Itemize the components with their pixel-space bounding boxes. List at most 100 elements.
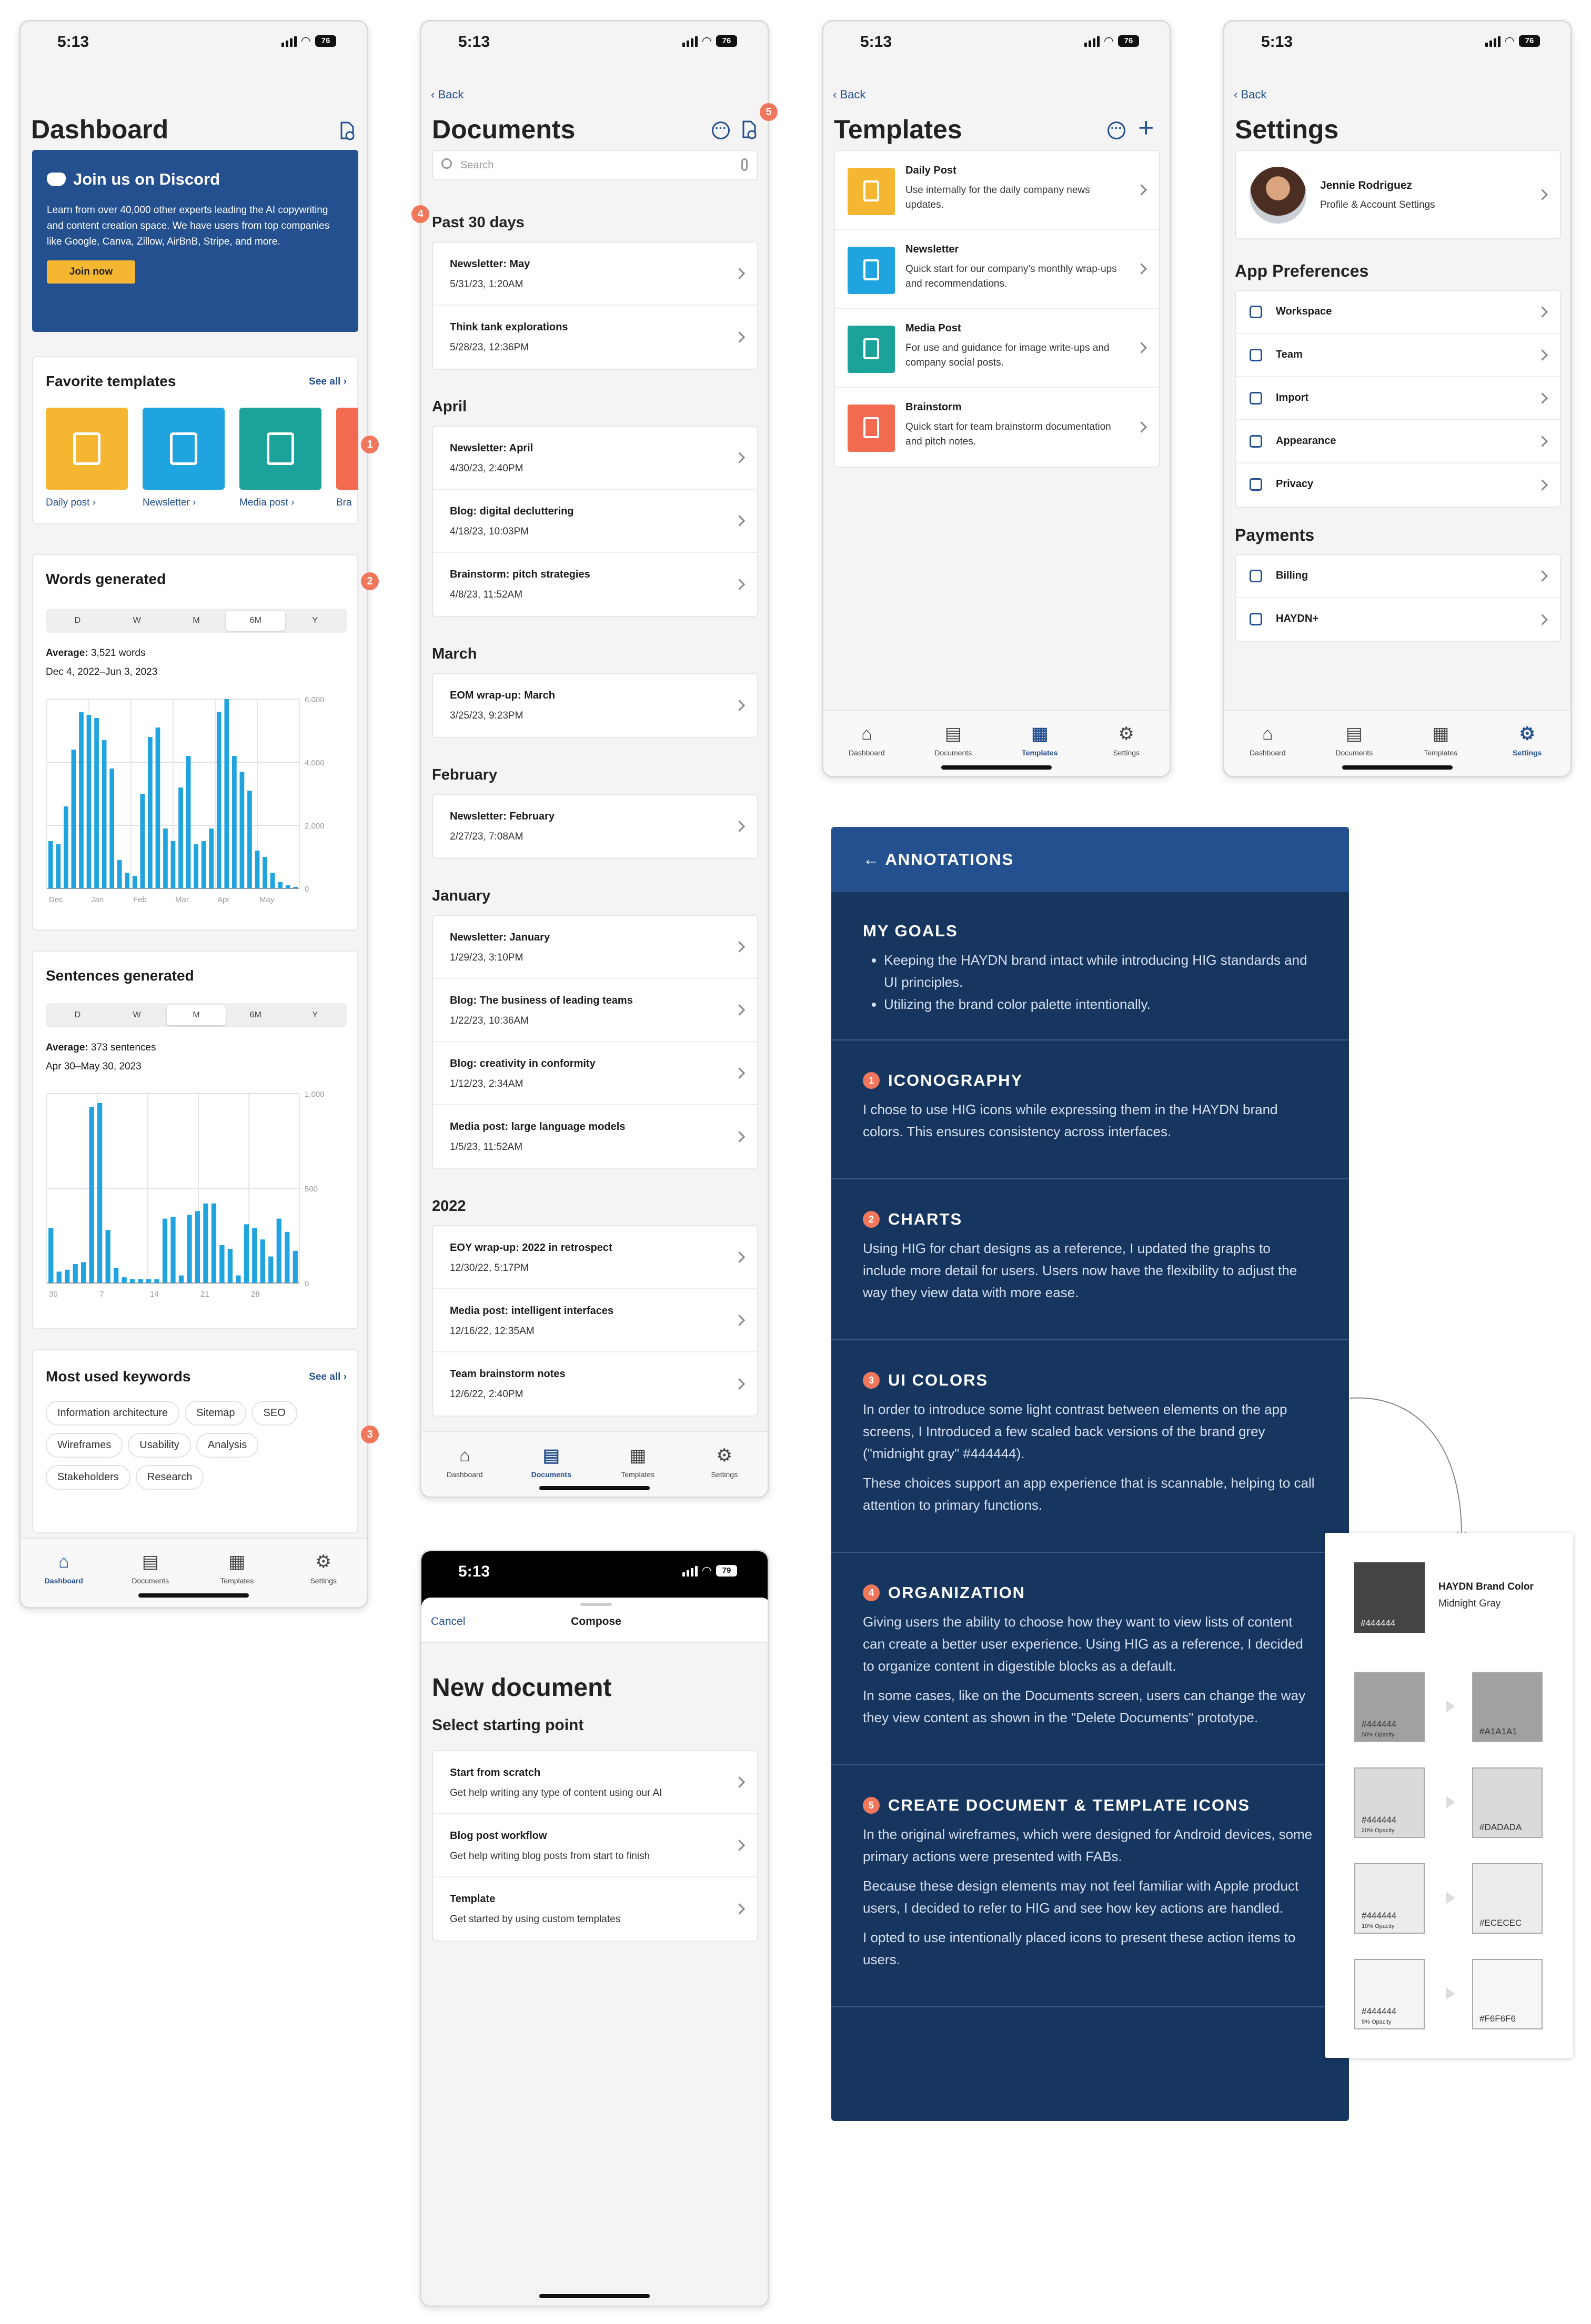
tab-settings[interactable]: ⚙ Settings [1083,711,1170,776]
settings-row-billing[interactable]: Billing [1236,555,1560,598]
chart-bar [155,727,160,888]
template-row[interactable]: Newsletter Quick start for our company's … [835,230,1159,309]
settings-row-workspace[interactable]: Workspace [1236,291,1560,334]
back-button[interactable]: ‹ Back [833,88,865,102]
segment-option[interactable]: 6M [226,611,286,631]
annotation-section: 4 ORGANIZATION Giving users the ability to… [831,1553,1349,1765]
grabber[interactable] [580,1603,612,1606]
chart-bar [163,828,168,888]
favorite-template-item[interactable]: Newsletter › [143,408,225,509]
keywords-card: Most used keywords See all › Information… [32,1349,358,1533]
settings-row-appearance[interactable]: Appearance [1236,420,1560,463]
chart-bar [263,857,267,888]
keyword-chip[interactable]: SEO [251,1401,297,1426]
document-row[interactable]: Media post: large language models 1/5/23,… [433,1105,757,1168]
tab-settings[interactable]: ⚙ Settings [1484,711,1571,776]
segment-option[interactable]: Y [285,611,345,631]
document-row[interactable]: EOY wrap-up: 2022 in retrospect 12/30/22,… [433,1226,757,1289]
chart-bar [81,1262,86,1283]
document-row[interactable]: Newsletter: January 1/29/23, 3:10PM [433,916,757,979]
segment-option[interactable]: Y [285,1005,345,1025]
back-button[interactable]: ‹ Back [1234,88,1266,102]
keyword-chip[interactable]: Information architecture [46,1401,180,1426]
tab-dashboard[interactable]: ⌂ Dashboard [421,1432,508,1497]
segment-option[interactable]: D [48,611,107,631]
document-row[interactable]: EOM wrap-up: March 3/25/23, 9:23PM [433,674,757,737]
segment-option[interactable]: 6M [226,1005,285,1025]
search-input[interactable]: Search [432,150,758,180]
house-icon: ⌂ [1262,723,1273,744]
settings-row-team[interactable]: Team [1236,334,1560,377]
document-date: 4/8/23, 11:52AM [450,589,523,600]
status-time: 5:13 [458,1563,490,1580]
document-group-card: Newsletter: May 5/31/23, 1:20AM Think tank… [432,241,758,370]
keyword-chip[interactable]: Analysis [196,1433,259,1458]
keyword-chip[interactable]: Stakeholders [46,1465,130,1490]
document-date: 5/28/23, 12:36PM [450,342,529,353]
document-row[interactable]: Brainstorm: pitch strategies 4/8/23, 11:5… [433,553,757,616]
status-time: 5:13 [458,33,490,50]
document-row[interactable]: Blog: The business of leading teams 1/22/… [433,979,757,1042]
tab-dashboard[interactable]: ⌂ Dashboard [21,1539,107,1607]
template-row[interactable]: Media Post For use and guidance for image… [835,309,1159,388]
document-row[interactable]: Think tank explorations 5/28/23, 12:36PM [433,306,757,369]
new-document-icon[interactable] [741,120,757,142]
favorites-see-all[interactable]: See all › [309,376,347,388]
keyword-chip[interactable]: Sitemap [185,1401,247,1426]
y-tick-label: 2,000 [305,822,325,831]
starting-point-title: Blog post workflow [450,1830,547,1842]
tab-documents[interactable]: ▤ Documents [107,1539,194,1607]
template-row[interactable]: Brainstorm Quick start for team brainstor… [835,388,1159,467]
document-row[interactable]: Media post: intelligent interfaces 12/16/… [433,1289,757,1352]
annotation-badge-2: 2 [361,572,379,590]
document-row[interactable]: Newsletter: February 2/27/23, 7:08AM [433,795,757,858]
document-row[interactable]: Blog: creativity in conformity 1/12/23, 2… [433,1042,757,1105]
starting-point-row[interactable]: Start from scratch Get help writing any t… [433,1751,757,1814]
chart-bar [89,1107,94,1283]
document-row[interactable]: Blog: digital decluttering 4/18/23, 10:03… [433,490,757,553]
keyword-chip[interactable]: Usability [128,1433,191,1458]
settings-row-haydn[interactable]: HAYDN+ [1236,598,1560,641]
document-row[interactable]: Team brainstorm notes 12/6/22, 2:40PM [433,1352,757,1416]
starting-point-row[interactable]: Blog post workflow Get help writing blog … [433,1814,757,1877]
settings-screen: 5:13 ◠ 76 ‹ Back Settings Jennie Rodrigue… [1223,20,1572,777]
sentences-segment-control[interactable]: D W M 6M Y [46,1003,347,1027]
segment-option[interactable]: W [107,1005,167,1025]
new-document-icon[interactable] [339,122,355,140]
tab-dashboard[interactable]: ⌂ Dashboard [1224,711,1311,776]
segment-option[interactable]: W [107,611,167,631]
avatar [1250,167,1306,224]
favorite-template-item[interactable]: Bra [336,408,358,509]
back-button[interactable]: ‹ Back [431,88,464,102]
tab-dashboard[interactable]: ⌂ Dashboard [823,711,910,776]
segment-option[interactable]: M [167,611,226,631]
more-options-icon[interactable]: ··· [1107,122,1125,139]
more-options-icon[interactable]: ··· [712,122,730,139]
keyword-chip[interactable]: Research [135,1465,204,1490]
templates-icon: ▦ [228,1552,246,1572]
words-segment-control[interactable]: D W M 6M Y [46,609,347,633]
document-row[interactable]: Newsletter: April 4/30/23, 2:40PM [433,427,757,490]
profile-card[interactable]: Jennie Rodriguez Profile & Account Setti… [1235,150,1561,239]
document-date: 1/12/23, 2:34AM [450,1078,523,1089]
starting-point-row[interactable]: Template Get started by using custom temp… [433,1877,757,1941]
tab-settings[interactable]: ⚙ Settings [681,1432,768,1497]
document-row[interactable]: Newsletter: May 5/31/23, 1:20AM [433,242,757,306]
settings-row-privacy[interactable]: Privacy [1236,463,1560,507]
starting-point-description: Get started by using custom templates [450,1914,621,1925]
favorite-template-item[interactable]: Media post › [239,408,321,509]
tab-templates[interactable]: ▦ Templates [194,1539,280,1607]
chevron-right-icon [1536,189,1548,200]
add-template-icon[interactable]: + [1138,114,1154,142]
segment-option[interactable]: M [166,1005,226,1025]
tab-settings[interactable]: ⚙ Settings [280,1539,367,1607]
settings-row-import[interactable]: Import [1236,377,1560,420]
keywords-see-all[interactable]: See all › [309,1371,347,1383]
template-row[interactable]: Daily Post Use internally for the daily c… [835,151,1159,230]
join-now-button[interactable]: Join now [47,260,135,284]
segment-option[interactable]: D [48,1005,107,1025]
wifi-icon: ◠ [701,1564,712,1577]
microphone-icon[interactable] [741,158,748,171]
favorite-template-item[interactable]: Daily post › [46,408,128,509]
keyword-chip[interactable]: Wireframes [46,1433,123,1458]
